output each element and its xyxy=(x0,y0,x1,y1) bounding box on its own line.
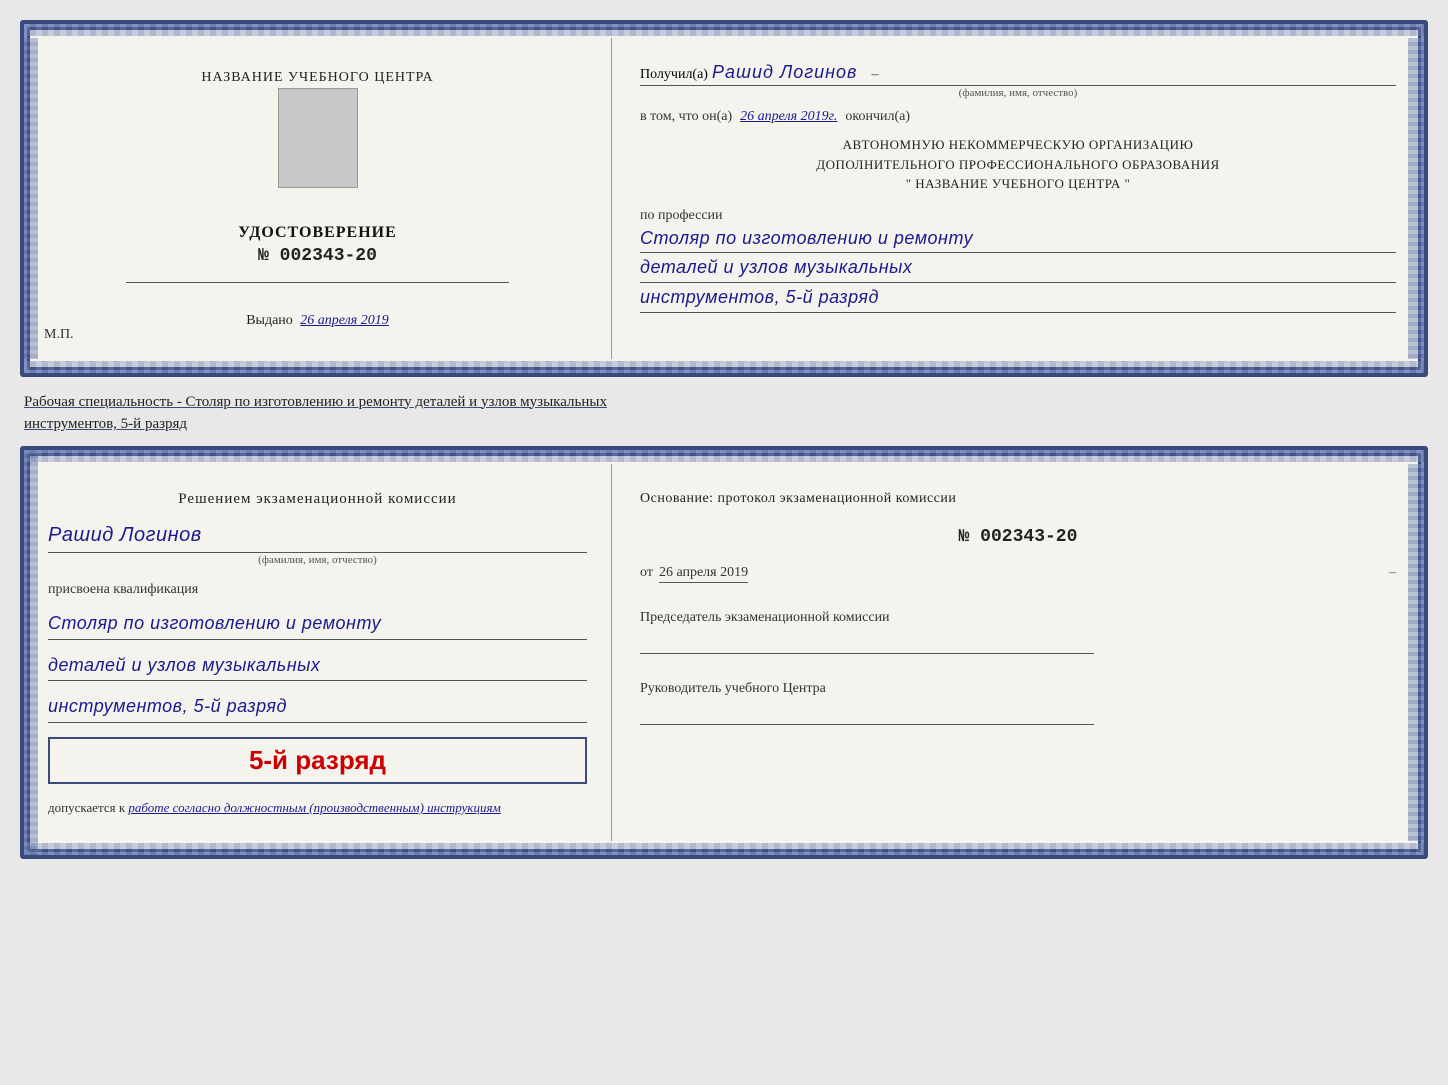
issued-label: Выдано xyxy=(246,313,293,328)
issued-date: 26 апреля 2019 xyxy=(300,313,388,328)
left-edge-strip-2 xyxy=(24,450,38,856)
right-edge-strip xyxy=(1408,38,1424,359)
cert-number: № 002343-20 xyxy=(258,246,377,266)
qualification-label: присвоена квалификация xyxy=(48,582,587,598)
recipient-prefix: Получил(а) xyxy=(640,67,708,82)
basis-text: Основание: протокол экзаменационной коми… xyxy=(640,488,1396,509)
issued-line: Выдано 26 апреля 2019 xyxy=(246,313,389,329)
certificate-card-1: НАЗВАНИЕ УЧЕБНОГО ЦЕНТРА УДОСТОВЕРЕНИЕ №… xyxy=(20,20,1428,377)
recipient-sub: (фамилия, имя, отчество) xyxy=(640,87,1396,99)
mp-label: М.П. xyxy=(44,327,74,343)
school-name-title: НАЗВАНИЕ УЧЕБНОГО ЦЕНТРА xyxy=(201,68,433,88)
card2-left-panel: Решением экзаменационной комиссии Рашид … xyxy=(24,464,612,842)
date-dash: – xyxy=(1389,565,1396,581)
card1-left-panel: НАЗВАНИЕ УЧЕБНОГО ЦЕНТРА УДОСТОВЕРЕНИЕ №… xyxy=(24,38,612,359)
chairman-block: Председатель экзаменационной комиссии xyxy=(640,607,1396,654)
date-from-value: 26 апреля 2019 xyxy=(659,565,748,583)
profession-label: по профессии xyxy=(640,208,1396,224)
date-suffix: окончил(а) xyxy=(845,109,910,125)
rank-big: 5-й разряд xyxy=(60,745,575,776)
commission-heading: Решением экзаменационной комиссии xyxy=(48,488,587,511)
rank-box: 5-й разряд xyxy=(48,737,587,784)
specialty-description: Рабочая специальность - Столяр по изгото… xyxy=(20,385,1428,438)
chairman-label: Председатель экзаменационной комиссии xyxy=(640,607,1396,628)
top-texture-bar-2 xyxy=(24,450,1424,462)
specialty-line2: инструментов, 5-й разряд xyxy=(24,416,187,432)
right-edge-strip-2 xyxy=(1408,464,1424,842)
card2-right-panel: Основание: протокол экзаменационной коми… xyxy=(612,464,1424,842)
protocol-number: № 002343-20 xyxy=(640,527,1396,547)
qual-line2: деталей и узлов музыкальных xyxy=(48,650,587,682)
recipient-name: Рашид Логинов xyxy=(712,62,857,82)
date-from-label: от xyxy=(640,565,653,581)
person-sub: (фамилия, имя, отчество) xyxy=(48,554,587,566)
profession-block: по профессии Столяр по изготовлению и ре… xyxy=(640,204,1396,313)
qual-line1: Столяр по изготовлению и ремонту xyxy=(48,608,587,640)
person-block: Рашид Логинов (фамилия, имя, отчество) xyxy=(48,520,587,566)
profession-line2: деталей и узлов музыкальных xyxy=(640,253,1396,283)
chairman-signature-line xyxy=(640,632,1094,654)
profession-line1: Столяр по изготовлению и ремонту xyxy=(640,224,1396,254)
photo-placeholder xyxy=(278,88,358,188)
date-row: в том, что он(а) 26 апреля 2019г. окончи… xyxy=(640,109,1396,125)
org-text: АВТОНОМНУЮ НЕКОММЕРЧЕСКУЮ ОРГАНИЗАЦИЮ ДО… xyxy=(640,135,1396,194)
profession-line3: инструментов, 5-й разряд xyxy=(640,283,1396,313)
page-wrapper: НАЗВАНИЕ УЧЕБНОГО ЦЕНТРА УДОСТОВЕРЕНИЕ №… xyxy=(20,20,1428,859)
director-block: Руководитель учебного Центра xyxy=(640,678,1396,725)
org-line3: " НАЗВАНИЕ УЧЕБНОГО ЦЕНТРА " xyxy=(640,174,1396,194)
org-line2: ДОПОЛНИТЕЛЬНОГО ПРОФЕССИОНАЛЬНОГО ОБРАЗО… xyxy=(640,155,1396,175)
admission-details: работе согласно должностным (производств… xyxy=(128,800,500,815)
director-signature-line xyxy=(640,703,1094,725)
person-name: Рашид Логинов xyxy=(48,520,587,553)
date-prefix: в том, что он(а) xyxy=(640,109,732,125)
recipient-row: Получил(а) Рашид Логинов – (фамилия, имя… xyxy=(640,62,1396,99)
admission-label: допускается к xyxy=(48,800,125,815)
left-edge-strip xyxy=(24,38,38,359)
certificate-card-2: Решением экзаменационной комиссии Рашид … xyxy=(20,446,1428,860)
specialty-line1: Рабочая специальность - Столяр по изгото… xyxy=(24,394,607,410)
top-texture-bar xyxy=(24,24,1424,36)
date-from-row: от 26 апреля 2019 – xyxy=(640,565,1396,583)
director-label: Руководитель учебного Центра xyxy=(640,678,1396,699)
org-line1: АВТОНОМНУЮ НЕКОММЕРЧЕСКУЮ ОРГАНИЗАЦИЮ xyxy=(640,135,1396,155)
qual-line3: инструментов, 5-й разряд xyxy=(48,691,587,723)
bottom-texture-bar-2 xyxy=(24,843,1424,855)
admission-text: допускается к работе согласно должностны… xyxy=(48,798,587,818)
cert-label: УДОСТОВЕРЕНИЕ xyxy=(238,224,397,242)
date-value: 26 апреля 2019г. xyxy=(740,109,837,125)
bottom-texture-bar xyxy=(24,361,1424,373)
card1-right-panel: Получил(а) Рашид Логинов – (фамилия, имя… xyxy=(612,38,1424,359)
